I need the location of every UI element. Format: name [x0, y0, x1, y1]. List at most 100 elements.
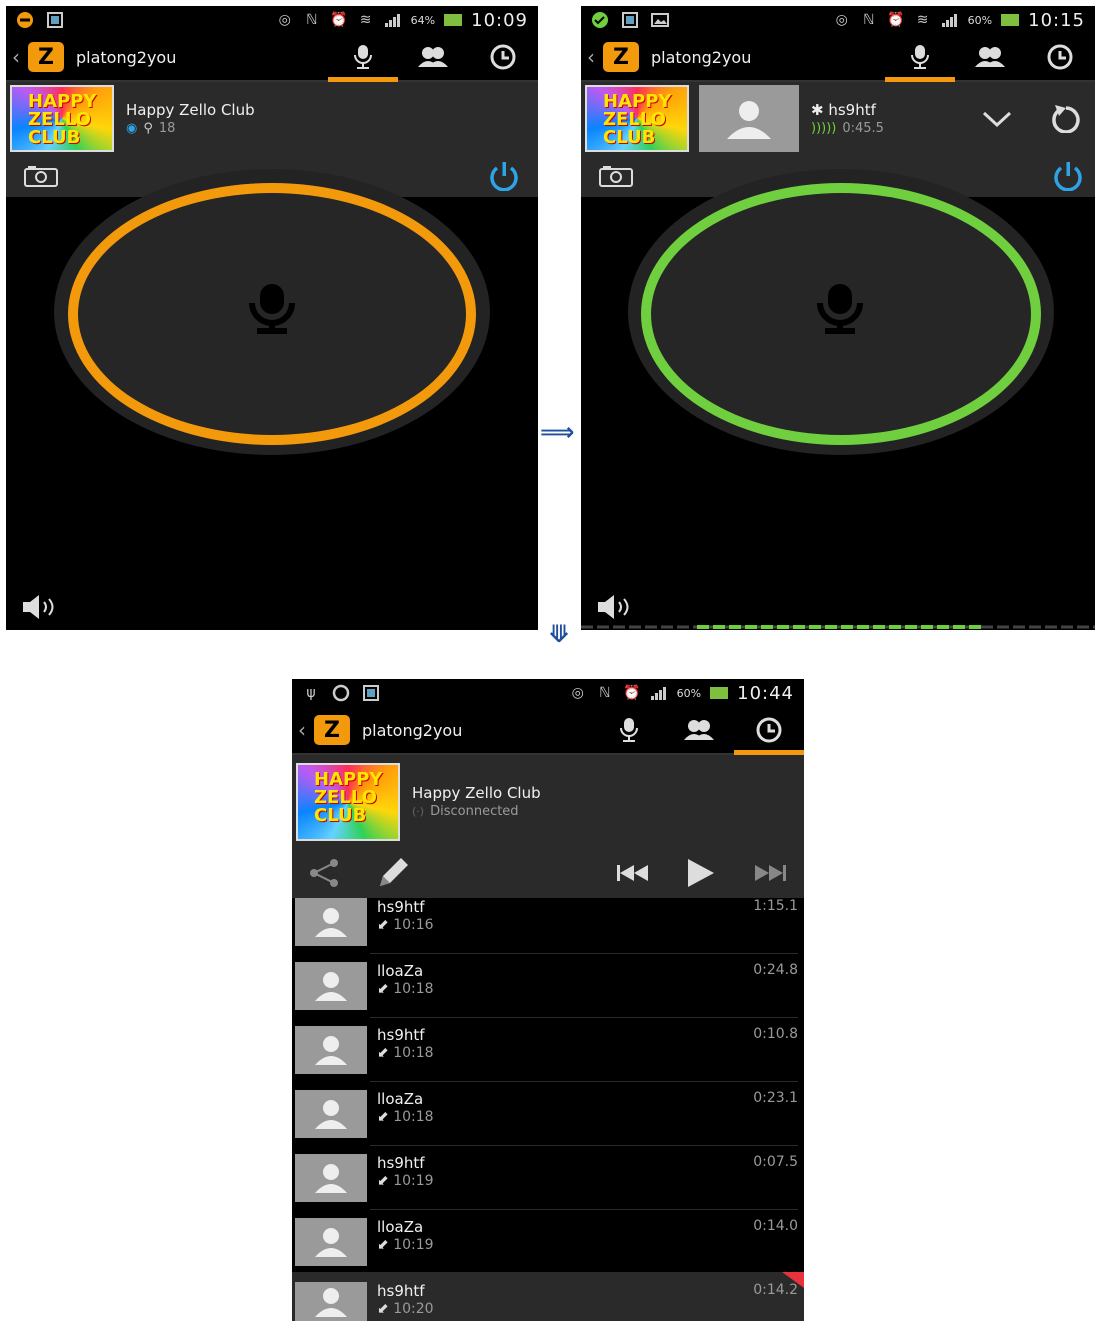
message-time: 10:19 [393, 1173, 434, 1189]
sender-name: lloaZa [377, 1218, 424, 1236]
screenshot-icon [362, 685, 380, 701]
microphone-icon [911, 45, 929, 69]
list-item[interactable]: hs9htf ⬋ 10:16 1:15.1 [292, 898, 804, 962]
clock: 10:09 [471, 9, 528, 31]
channel-title: Happy Zello Club [126, 101, 255, 119]
battery-percent: 64% [410, 13, 436, 27]
avatar [295, 962, 367, 1010]
back-chevron-icon[interactable]: ‹ [12, 45, 24, 69]
tab-contacts[interactable] [398, 34, 468, 80]
tab-contacts[interactable] [664, 707, 734, 753]
list-item[interactable]: hs9htf ⬋ 10:18 0:10.8 [292, 1026, 804, 1090]
sender-name: hs9htf [377, 898, 425, 916]
person-icon [315, 908, 347, 937]
message-time: 10:18 [393, 1045, 434, 1061]
list-item[interactable]: lloaZa ⬋ 10:18 0:23.1 [292, 1090, 804, 1154]
battery-percent: 60% [967, 13, 993, 27]
unread-corner-marker [782, 1272, 804, 1288]
screenshot-icon [46, 12, 64, 28]
divider [370, 1209, 798, 1210]
microphone-icon [354, 45, 372, 69]
channel-title: Happy Zello Club [412, 784, 541, 802]
alarm-icon: ⏰ [886, 12, 905, 28]
channel-header[interactable]: HAPPY ZELLO CLUB Happy Zello Club ◉ ⚲ 18 [6, 82, 538, 155]
zello-logo[interactable]: Z [314, 715, 350, 745]
list-item[interactable]: lloaZa ⬋ 10:18 0:24.8 [292, 962, 804, 1026]
avatar [295, 1090, 367, 1138]
person-icon [315, 1100, 347, 1129]
tab-history[interactable] [468, 34, 538, 80]
eye-icon: ◎ [835, 12, 848, 28]
power-icon[interactable] [487, 161, 521, 191]
back-chevron-icon[interactable]: ‹ [587, 45, 599, 69]
channel-header[interactable]: HAPPY ZELLO CLUB ✱ hs9htf ))))) 0:45.5 [581, 82, 1095, 155]
message-time: 10:19 [393, 1237, 434, 1253]
status-bar: ψ ◎ ℕ ⏰ 60% 10:44 [292, 679, 804, 707]
list-item[interactable]: hs9htf ⬋ 10:19 0:07.5 [292, 1154, 804, 1218]
play-icon[interactable] [687, 858, 715, 888]
tab-contacts[interactable] [955, 34, 1025, 80]
speaker-icon[interactable] [597, 594, 635, 620]
eye-icon: ◉ [126, 121, 138, 136]
recents-clock-icon [490, 44, 516, 70]
nfc-icon: ℕ [863, 12, 875, 28]
skip-next-icon[interactable] [753, 864, 787, 882]
talk-area [581, 169, 1095, 630]
eye-icon: ◎ [278, 12, 291, 28]
account-name: platong2you [76, 47, 177, 67]
incoming-arrow-icon: ⬋ [377, 1173, 389, 1189]
replay-icon[interactable] [1049, 103, 1083, 133]
list-item[interactable]: hs9htf ⬋ 10:20 0:14.2 [292, 1272, 804, 1321]
pencil-icon[interactable] [376, 856, 412, 890]
microphone-icon [817, 284, 863, 334]
status-bar: ◎ ℕ ⏰ ≋ 64% 10:09 [6, 6, 538, 34]
person-icon [315, 1228, 347, 1257]
tab-talk[interactable] [594, 707, 664, 753]
signal-icon [650, 685, 668, 701]
chevron-down-icon[interactable] [982, 110, 1012, 128]
channel-image: HAPPY ZELLO CLUB [10, 85, 114, 152]
tab-history[interactable] [1025, 34, 1095, 80]
power-icon[interactable] [1051, 161, 1085, 191]
minus-circle-icon [16, 12, 34, 28]
person-icon [315, 972, 347, 1001]
user-icon: ⚲ [143, 121, 153, 136]
skip-previous-icon[interactable] [616, 864, 650, 882]
message-time: 10:18 [393, 981, 434, 997]
contacts-icon [975, 47, 1005, 67]
speaker-icon[interactable] [22, 594, 60, 620]
avatar [295, 898, 367, 946]
camera-icon[interactable] [599, 165, 633, 187]
microphone-icon [249, 284, 295, 334]
divider [370, 1081, 798, 1082]
sender-name: lloaZa [377, 962, 424, 980]
speaker-name: hs9htf [828, 101, 876, 119]
alarm-icon: ⏰ [622, 685, 641, 701]
back-chevron-icon[interactable]: ‹ [298, 718, 310, 742]
volume-waves-icon: ))))) [811, 121, 837, 136]
camera-icon[interactable] [24, 165, 58, 187]
tab-talk[interactable] [328, 34, 398, 82]
status-bar: ◎ ℕ ⏰ ≋ 60% 10:15 [581, 6, 1095, 34]
nfc-icon: ℕ [599, 685, 611, 701]
contacts-icon [684, 720, 714, 740]
account-name: platong2you [362, 720, 463, 740]
tab-talk[interactable] [885, 34, 955, 82]
battery-charging-icon [710, 687, 729, 699]
sender-name: hs9htf [377, 1282, 425, 1300]
contacts-icon [418, 47, 448, 67]
share-icon[interactable] [308, 858, 342, 888]
speaker-avatar [699, 85, 799, 152]
battery-percent: 60% [676, 686, 702, 700]
sender-name: lloaZa [377, 1090, 424, 1108]
history-controls [292, 848, 804, 898]
person-icon [315, 1036, 347, 1065]
arrow-down-icon: ⟱ [549, 620, 570, 648]
channel-header[interactable]: HAPPY ZELLO CLUB Happy Zello Club (·) Di… [292, 755, 804, 848]
screenshot-icon [621, 12, 639, 28]
person-icon [727, 100, 771, 139]
zello-logo[interactable]: Z [603, 42, 639, 72]
divider [370, 1017, 798, 1018]
tab-history[interactable] [734, 707, 804, 755]
zello-logo[interactable]: Z [28, 42, 64, 72]
